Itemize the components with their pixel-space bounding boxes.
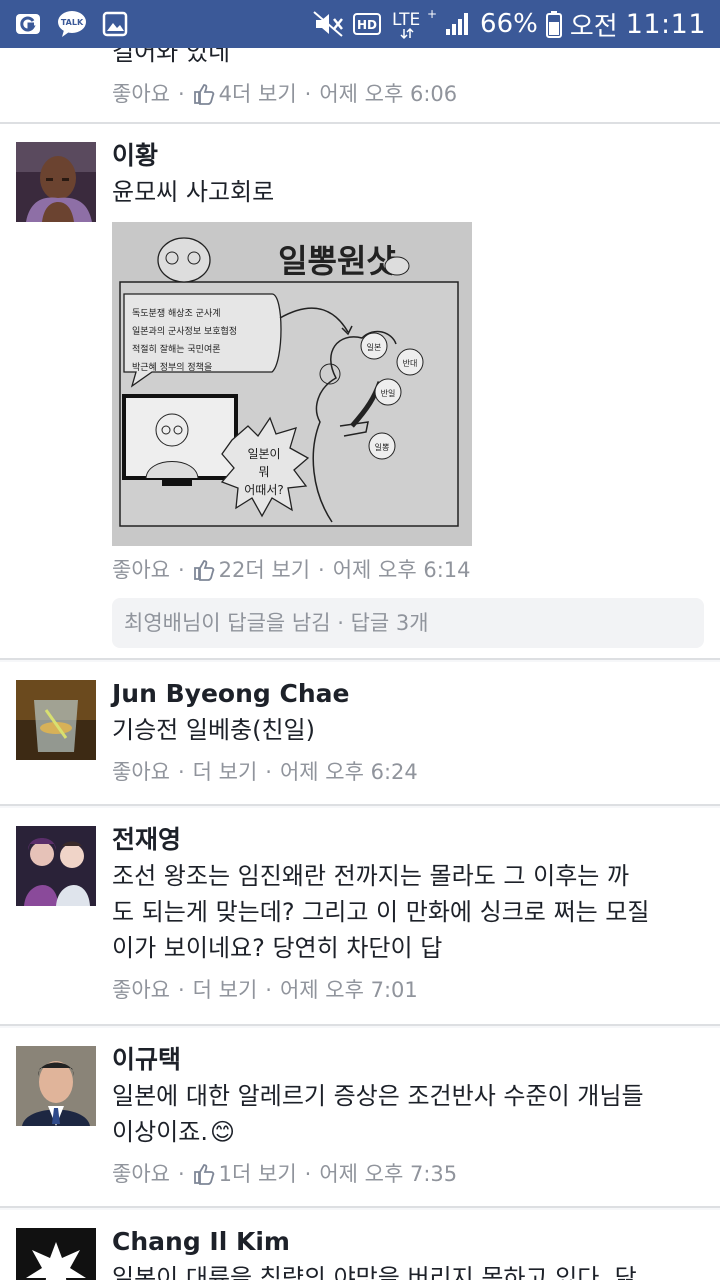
comment-text-line: 조선 왕조는 임진왜란 전까지는 몰라도 그 이후는 까 xyxy=(112,862,630,890)
comment-text: 윤모씨 사고회로 xyxy=(112,178,275,206)
more-link[interactable]: 더 보기 xyxy=(193,756,258,788)
comment-meta: 좋아요 · 1 더 보기 · 어제 오후 7:35 xyxy=(112,1158,704,1190)
more-link[interactable]: 더 보기 xyxy=(232,1158,297,1190)
replies-link[interactable]: 최영배님이 답글을 남김 · 답글 3개 xyxy=(112,598,704,648)
like-count: 1 xyxy=(218,1162,233,1186)
comment-text-line: 이가 보이네요? 당연히 차단이 답 xyxy=(112,934,443,962)
comment-author[interactable]: 이규택 xyxy=(112,1042,704,1078)
talk-label: TALK xyxy=(61,18,84,27)
comment-item: Jun Byeong Chae 기승전 일베충(친일) 좋아요 · 더 보기 ·… xyxy=(0,662,720,806)
comment-meta: 좋아요 · 더 보기 · 어제 오후 7:01 xyxy=(112,974,704,1006)
comment-meta: 좋아요 · 4 더 보기 · 어제 오후 6:06 xyxy=(112,78,704,110)
comment-time: 어제 오후 7:35 xyxy=(319,1162,458,1186)
comment-time: 어제 오후 6:14 xyxy=(332,558,471,582)
hd-label: HD xyxy=(357,18,377,32)
comment-partial: 걸어와 있네 좋아요 · 4 더 보기 · 어제 오후 6:06 xyxy=(0,48,720,124)
cartoon-line: 일본과의 군사정보 보호협정 xyxy=(132,325,237,337)
time-ampm: 오전 xyxy=(569,11,618,42)
thumbs-up-icon xyxy=(193,559,215,581)
comment-time: 어제 오후 6:24 xyxy=(279,760,418,784)
comment-text-line: 일본에 대한 알레르기 증상은 조건반사 수준이 개님들 xyxy=(112,1082,644,1110)
battery-icon xyxy=(545,10,562,38)
comment-author[interactable]: Jun Byeong Chae xyxy=(112,676,704,712)
cartoon-label: 반대 xyxy=(403,359,418,368)
cartoon-line: 박근혜 정부의 정책을 xyxy=(132,361,212,373)
more-link[interactable]: 더 보기 xyxy=(245,554,310,586)
lte-icon: LTE + xyxy=(390,7,436,41)
comment-meta: 좋아요 · 더 보기 · 어제 오후 6:24 xyxy=(112,756,704,788)
smile-emoji-icon: 😊 xyxy=(209,1118,235,1146)
hd-voice-icon: HD xyxy=(352,11,382,37)
cartoon-bubble-line: 뭐 xyxy=(258,465,269,479)
like-link[interactable]: 좋아요 xyxy=(112,974,170,1006)
battery-percent: 66% xyxy=(480,9,538,39)
comment-text-line: 이상이죠. xyxy=(112,1118,208,1146)
status-bar: TALK HD LTE + 66% 오전 11:11 xyxy=(0,0,720,48)
like-count: 22 xyxy=(218,558,246,582)
comment-text: 기승전 일베충(친일) xyxy=(112,716,315,744)
comment-item: 이규택 일본에 대한 알레르기 증상은 조건반사 수준이 개님들 이상이죠. 😊… xyxy=(0,1028,720,1208)
like-link[interactable]: 좋아요 xyxy=(112,1158,170,1190)
comment-text-line: 도 되는게 맞는데? 그리고 이 만화에 싱크로 쩌는 모질 xyxy=(112,898,650,926)
clock-time: 11:11 xyxy=(625,8,706,40)
gallery-icon xyxy=(102,11,128,37)
like-count: 4 xyxy=(218,82,233,106)
like-link[interactable]: 좋아요 xyxy=(112,554,170,586)
avatar[interactable] xyxy=(16,142,96,222)
lte-plus-label: + xyxy=(427,7,436,21)
like-link[interactable]: 좋아요 xyxy=(112,756,170,788)
comment-text: 일본이 대륙을 침략의 야망을 버리지 못하고 있다. 닭 xyxy=(112,1264,637,1280)
comment-item: 전재영 조선 왕조는 임진왜란 전까지는 몰라도 그 이후는 까 도 되는게 맞… xyxy=(0,808,720,1026)
kakaotalk-icon: TALK xyxy=(56,10,88,38)
comment-feed[interactable]: 걸어와 있네 좋아요 · 4 더 보기 · 어제 오후 6:06 이황 윤모씨 … xyxy=(0,48,720,1280)
cartoon-label: 일뽕 xyxy=(375,443,390,452)
lte-label: LTE xyxy=(392,10,420,30)
comment-text: 걸어와 있네 xyxy=(112,48,231,66)
comment-item: 이황 윤모씨 사고회로 일뽕원샷 독도분쟁 해상조 군사계 일본과의 군사정보 … xyxy=(0,124,720,660)
more-link[interactable]: 더 보기 xyxy=(232,78,297,110)
thumbs-up-icon xyxy=(193,83,215,105)
comment-time: 어제 오후 6:06 xyxy=(319,82,458,106)
avatar[interactable] xyxy=(16,680,96,760)
comment-author[interactable]: Chang Il Kim xyxy=(112,1224,704,1260)
cartoon-line: 독도분쟁 해상조 군사계 xyxy=(132,307,221,319)
more-link[interactable]: 더 보기 xyxy=(193,974,258,1006)
cartoon-title: 일뽕원샷 xyxy=(278,242,396,280)
comment-author[interactable]: 이황 xyxy=(112,138,704,174)
g-app-icon xyxy=(14,10,42,38)
cartoon-label: 일본 xyxy=(367,343,382,352)
cartoon-bubble-line: 어때서? xyxy=(244,483,284,497)
avatar[interactable] xyxy=(16,1228,96,1280)
comment-author[interactable]: 전재영 xyxy=(112,822,704,858)
mute-icon xyxy=(312,10,344,38)
comment-time: 어제 오후 7:01 xyxy=(279,978,418,1002)
cartoon-bubble-line: 일본이 xyxy=(247,447,280,461)
like-link[interactable]: 좋아요 xyxy=(112,78,170,110)
cartoon-label: 반일 xyxy=(381,389,396,398)
signal-icon xyxy=(444,11,472,37)
avatar[interactable] xyxy=(16,1046,96,1126)
cartoon-line: 적절히 잘해는 국민여론 xyxy=(132,343,221,355)
avatar[interactable] xyxy=(16,826,96,906)
comment-meta: 좋아요 · 22 더 보기 · 어제 오후 6:14 xyxy=(112,554,704,586)
comment-item: Chang Il Kim 일본이 대륙을 침략의 야망을 버리지 못하고 있다.… xyxy=(0,1210,720,1280)
comment-image[interactable]: 일뽕원샷 독도분쟁 해상조 군사계 일본과의 군사정보 보호협정 적절히 잘해는… xyxy=(112,222,472,546)
thumbs-up-icon xyxy=(193,1163,215,1185)
